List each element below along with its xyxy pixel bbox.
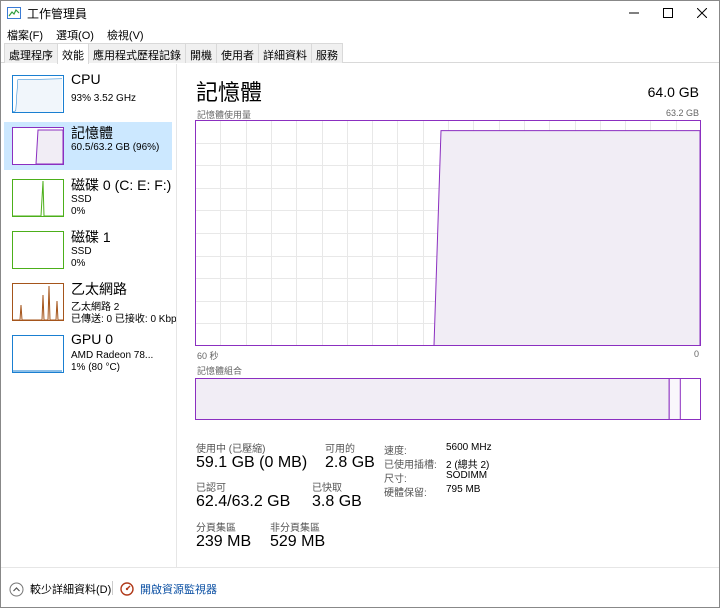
spec-reserved-label: 硬體保留: (384, 488, 427, 499)
spec-form-factor-label: 尺寸: (384, 474, 407, 485)
committed-value: 62.4/63.2 GB (196, 493, 291, 510)
sidebar-item-type: SSD (71, 246, 92, 257)
sidebar-item-detail: 93% 3.52 GHz (71, 93, 137, 104)
sidebar-item-gpu-0[interactable]: GPU 0 AMD Radeon 78... 1% (80 °C) (4, 330, 172, 378)
spec-speed-value: 5600 MHz (446, 442, 492, 453)
bottom-bar: 較少詳細資料(D) 開啟資源監視器 (1, 567, 719, 607)
tab-performance[interactable]: 效能 (57, 43, 89, 64)
task-manager-window: 工作管理員 檔案(F) 選項(O) 檢視(V) 處理程序 效能 應用程式歷程記錄… (0, 0, 720, 608)
available-label: 可用的 (325, 444, 355, 455)
task-manager-icon (7, 7, 21, 19)
sidebar-item-type: SSD (71, 194, 92, 205)
non-paged-pool-value: 529 MB (270, 533, 326, 550)
tab-users[interactable]: 使用者 (216, 43, 259, 63)
chevron-up-icon (9, 582, 24, 596)
total-memory: 64.0 GB (647, 84, 699, 100)
title-bar: 工作管理員 (1, 1, 719, 25)
sidebar-item-ethernet[interactable]: 乙太網路 乙太網路 2 已傳送: 0 已接收: 0 Kbps (4, 278, 176, 326)
cached-label: 已快取 (312, 483, 342, 494)
menu-options[interactable]: 選項(O) (50, 25, 101, 43)
cached-value: 3.8 GB (312, 493, 362, 510)
tab-processes[interactable]: 處理程序 (4, 43, 58, 63)
sidebar-item-cpu[interactable]: CPU 93% 3.52 GHz (4, 70, 172, 118)
memory-usage-graph (195, 120, 701, 346)
non-paged-pool-label: 非分頁集區 (270, 523, 320, 534)
disk0-mini-graph (12, 179, 64, 217)
maximize-icon (663, 8, 673, 18)
sidebar-item-name: 磁碟 1 (71, 229, 111, 245)
maximize-button[interactable] (651, 1, 685, 25)
disk1-mini-graph (12, 231, 64, 269)
open-resource-monitor-label: 開啟資源監視器 (140, 584, 217, 596)
window-controls (617, 1, 719, 25)
sidebar-item-model: AMD Radeon 78... (71, 350, 154, 361)
spec-slots-value: 2 (總共 2) (446, 460, 490, 471)
sidebar-item-detail: 已傳送: 0 已接收: 0 Kbps (71, 314, 177, 325)
graph-axis-right: 0 (693, 349, 699, 359)
sidebar-item-name: CPU (71, 71, 101, 87)
paged-pool-label: 分頁集區 (196, 523, 236, 534)
menu-file[interactable]: 檔案(F) (1, 25, 50, 43)
menu-view[interactable]: 檢視(V) (101, 25, 151, 43)
minimize-button[interactable] (617, 1, 651, 25)
sidebar-item-disk-1[interactable]: 磁碟 1 SSD 0% (4, 226, 172, 274)
window-title: 工作管理員 (27, 6, 88, 21)
sidebar-item-name: 乙太網路 (71, 281, 127, 297)
sidebar-item-name: 磁碟 0 (C: E: F:) (71, 177, 172, 193)
tab-services[interactable]: 服務 (311, 43, 343, 63)
ethernet-mini-graph (12, 283, 64, 321)
graph-axis-left: 60 秒 (197, 351, 219, 361)
sidebar-item-detail: 60.5/63.2 GB (96%) (71, 142, 160, 153)
performance-sidebar: CPU 93% 3.52 GHz 記憶體 60.5/63.2 GB (96%) … (1, 64, 177, 567)
memory-composition-bar (195, 378, 701, 420)
resource-monitor-icon (120, 582, 134, 596)
gpu-mini-graph (12, 335, 64, 373)
memory-usage-area (433, 130, 701, 346)
sidebar-item-name: GPU 0 (71, 331, 114, 347)
committed-label: 已認可 (196, 483, 226, 494)
tab-app-history[interactable]: 應用程式歷程記錄 (88, 43, 186, 63)
sidebar-item-name: 記憶體 (71, 125, 113, 141)
memory-mini-graph (12, 127, 64, 165)
minimize-icon (629, 12, 639, 14)
sidebar-item-detail: 1% (80 °C) (71, 362, 121, 373)
fewer-details-label: 較少詳細資料(D) (30, 584, 112, 596)
available-value: 2.8 GB (325, 454, 375, 471)
composition-modified (668, 378, 681, 420)
tab-startup[interactable]: 開機 (185, 43, 217, 63)
paged-pool-value: 239 MB (196, 533, 252, 550)
usage-graph-max: 63.2 GB (665, 108, 699, 118)
sidebar-item-disk-0[interactable]: 磁碟 0 (C: E: F:) SSD 0% (4, 174, 172, 222)
tab-details[interactable]: 詳細資料 (258, 43, 312, 63)
composition-in-use (195, 378, 670, 420)
sidebar-item-detail: 0% (71, 258, 86, 269)
fewer-details-button[interactable]: 較少詳細資料(D) (9, 581, 111, 597)
close-button[interactable] (685, 1, 719, 25)
spec-speed-label: 速度: (384, 446, 407, 457)
menu-bar: 檔案(F) 選項(O) 檢視(V) (1, 25, 151, 43)
spec-form-factor-value: SODIMM (446, 470, 488, 481)
sidebar-item-detail: 0% (71, 206, 86, 217)
sidebar-item-memory[interactable]: 記憶體 60.5/63.2 GB (96%) (4, 122, 172, 170)
page-title: 記憶體 (196, 80, 263, 105)
close-icon (697, 8, 707, 18)
composition-label: 記憶體組合 (197, 366, 243, 376)
spec-slots-label: 已使用插槽: (384, 460, 437, 471)
open-resource-monitor-link[interactable]: 開啟資源監視器 (120, 581, 217, 597)
bottom-separator (112, 581, 113, 595)
cpu-mini-graph (12, 75, 64, 113)
in-use-label: 使用中 (已壓縮) (196, 444, 266, 455)
tab-bar: 處理程序 效能 應用程式歷程記錄 開機 使用者 詳細資料 服務 (1, 43, 719, 64)
spec-reserved-value: 795 MB (446, 484, 481, 495)
in-use-value: 59.1 GB (0 MB) (196, 454, 308, 471)
memory-panel: 記憶體 64.0 GB 記憶體使用量 63.2 GB 60 秒 0 記憶體組合 … (177, 64, 719, 567)
